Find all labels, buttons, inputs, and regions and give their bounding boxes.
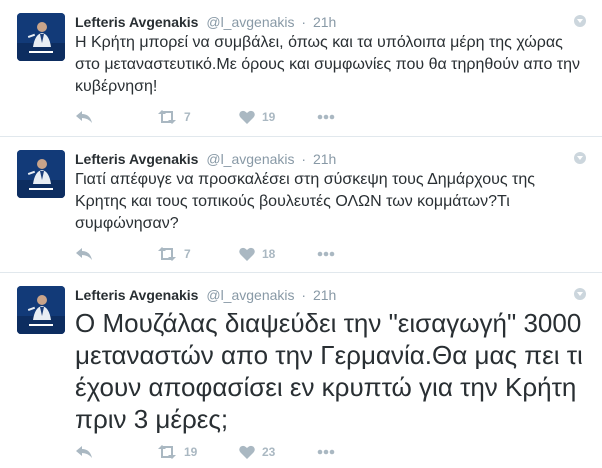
tweet[interactable]: Lefteris Avgenakis @l_avgenakis · 21h Η … [0,0,602,137]
more-icon [317,114,335,120]
retweet-count: 7 [184,247,191,261]
tweet-text: Η Κρήτη μπορεί να συμβάλει, όπως και τα … [75,34,581,95]
tweet[interactable]: Lefteris Avgenakis @l_avgenakis · 21h Γι… [0,137,602,273]
heart-icon [239,445,255,459]
caret-down-icon[interactable] [574,15,586,27]
username[interactable]: @l_avgenakis [206,151,294,167]
tweet-text: Γιατί απέφυγε να προσκαλέσει στη σύσκεψη… [75,171,535,232]
more-icon [317,449,335,455]
fullname[interactable]: Lefteris Avgenakis [75,287,198,303]
timestamp[interactable]: 21h [313,151,336,167]
retweet-icon [158,110,176,124]
separator: · [301,151,307,167]
tweet-actions: 19 23 [75,442,375,462]
more-button[interactable] [317,107,335,127]
tweet-header: Lefteris Avgenakis @l_avgenakis · 21h [75,286,336,304]
heart-icon [239,247,255,261]
separator: · [301,14,307,30]
avatar[interactable] [17,286,65,334]
retweet-button[interactable]: 7 [157,107,191,127]
username[interactable]: @l_avgenakis [206,287,294,303]
caret-down-icon[interactable] [574,152,586,164]
more-button[interactable] [317,442,335,462]
reply-button[interactable] [75,442,93,462]
reply-button[interactable] [75,107,93,127]
retweet-button[interactable]: 7 [157,244,191,264]
like-button[interactable]: 18 [239,244,275,264]
fullname[interactable]: Lefteris Avgenakis [75,151,198,167]
retweet-count: 7 [184,110,191,124]
timestamp[interactable]: 21h [313,287,336,303]
retweet-icon [158,247,176,261]
fullname[interactable]: Lefteris Avgenakis [75,14,198,30]
tweet-text: Ο Μουζάλας διαψεύδει την "εισαγωγή" 3000… [75,308,583,434]
like-count: 18 [262,247,276,261]
like-button[interactable]: 23 [239,442,275,462]
timestamp[interactable]: 21h [313,14,336,30]
tweet-header: Lefteris Avgenakis @l_avgenakis · 21h [75,13,336,31]
tweet[interactable]: Lefteris Avgenakis @l_avgenakis · 21h Ο … [0,273,602,468]
like-count: 23 [262,445,276,459]
tweet-actions: 7 18 [75,244,375,264]
reply-icon [76,446,92,458]
tweet-actions: 7 19 [75,107,375,127]
avatar[interactable] [17,13,65,61]
avatar[interactable] [17,150,65,198]
heart-icon [239,110,255,124]
username[interactable]: @l_avgenakis [206,14,294,30]
reply-button[interactable] [75,244,93,264]
reply-icon [76,248,92,260]
retweet-icon [158,445,176,459]
caret-down-icon[interactable] [574,288,586,300]
more-icon [317,251,335,257]
more-button[interactable] [317,244,335,264]
tweet-header: Lefteris Avgenakis @l_avgenakis · 21h [75,150,336,168]
retweet-button[interactable]: 19 [157,442,197,462]
like-count: 19 [262,110,276,124]
separator: · [301,287,307,303]
retweet-count: 19 [184,445,198,459]
like-button[interactable]: 19 [239,107,275,127]
reply-icon [76,111,92,123]
